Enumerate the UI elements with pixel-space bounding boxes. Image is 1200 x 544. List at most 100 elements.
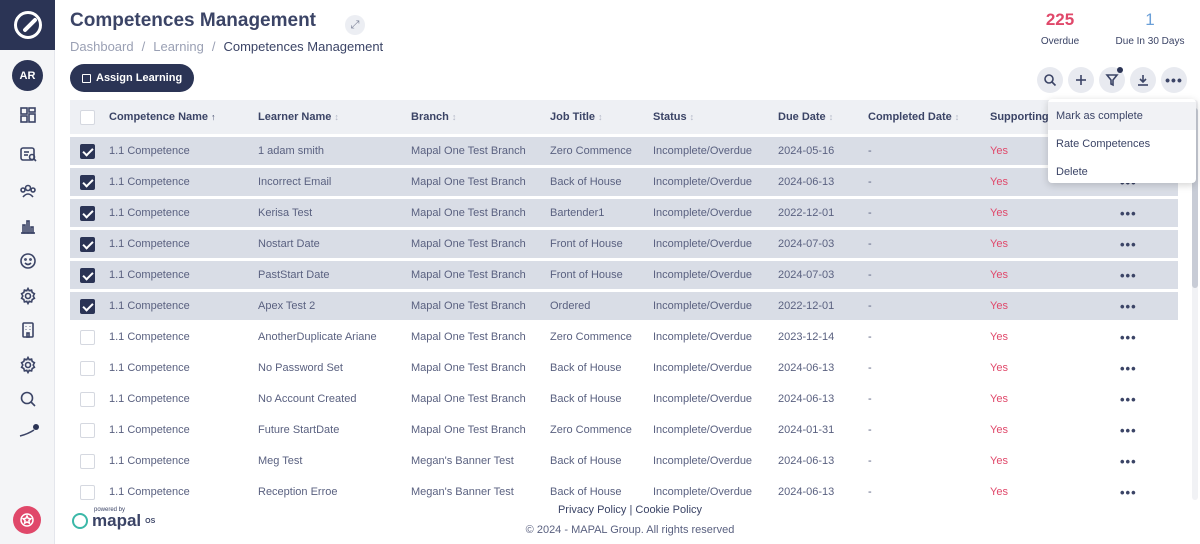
settings-icon[interactable] (17, 285, 39, 307)
row-checkbox[interactable] (80, 143, 95, 159)
row-checkbox[interactable] (80, 484, 95, 500)
table-row[interactable]: 1.1 Competence 1 adam smith Mapal One Test… (70, 137, 1178, 165)
row-more-button[interactable]: ••• (1120, 292, 1178, 320)
stat-overdue-label: Overdue (1040, 36, 1080, 47)
add-button[interactable] (1068, 67, 1094, 93)
column-label: Supporting (990, 111, 1049, 123)
cell-status: Incomplete/Overdue (653, 362, 753, 374)
stat-due-30-days[interactable]: 1 Due In 30 Days (1110, 10, 1190, 47)
table-row[interactable]: 1.1 Competence Future StartDate Mapal One … (70, 416, 1178, 444)
menu-item-delete[interactable]: Delete (1048, 158, 1196, 186)
table-row[interactable]: 1.1 Competence AnotherDuplicate Ariane Map… (70, 323, 1178, 351)
column-due-date[interactable]: Due Date ↕ (778, 100, 868, 134)
row-checkbox[interactable] (80, 236, 95, 252)
notification-dot (33, 424, 39, 430)
more-actions-button[interactable]: ••• (1161, 67, 1187, 93)
row-checkbox[interactable] (80, 267, 95, 283)
select-all-checkbox[interactable] (80, 109, 95, 125)
table-row[interactable]: 1.1 Competence Nostart Date Mapal One Test… (70, 230, 1178, 258)
table-row[interactable]: 1.1 Competence Kerisa Test Mapal One Test … (70, 199, 1178, 227)
filter-button[interactable] (1099, 67, 1125, 93)
menu-item-rate-competences[interactable]: Rate Competences (1048, 130, 1196, 158)
column-completed-date[interactable]: Completed Date ↕ (868, 100, 990, 134)
learning-icon[interactable] (17, 143, 39, 165)
row-more-button[interactable]: ••• (1120, 447, 1178, 475)
row-more-button[interactable]: ••• (1120, 416, 1178, 444)
breadcrumb-learning[interactable]: Learning (153, 39, 204, 54)
table-row[interactable]: 1.1 Competence PastStart Date Mapal One Te… (70, 261, 1178, 289)
cell-supporting: Yes (990, 393, 1008, 405)
cell-branch: Mapal One Test Branch (411, 199, 550, 227)
reports-icon[interactable] (17, 215, 39, 237)
row-select-cell (70, 199, 109, 227)
cell-completed-date: - (868, 199, 990, 227)
cell-branch: Mapal One Test Branch (411, 362, 526, 374)
table-row[interactable]: 1.1 Competence Meg Test Megan's Banner Tes… (70, 447, 1178, 475)
stat-overdue[interactable]: 225 Overdue (1030, 10, 1090, 47)
table-row[interactable]: 1.1 Competence Incorrect Email Mapal One T… (70, 168, 1178, 196)
cell-status: Incomplete/Overdue (653, 486, 753, 498)
analytics-icon[interactable] (17, 420, 39, 442)
row-checkbox[interactable] (80, 391, 95, 407)
column-status[interactable]: Status ↕ (653, 100, 778, 134)
cell-learner-name: Apex Test 2 (258, 292, 411, 320)
cell-learner-name: Incorrect Email (258, 168, 411, 196)
sort-icon: ↕ (689, 112, 695, 122)
table-row[interactable]: 1.1 Competence No Account Created Mapal On… (70, 385, 1178, 413)
row-checkbox[interactable] (80, 453, 95, 469)
cell-learner-name: Meg Test (258, 455, 303, 467)
cell-due-date: 2022-12-01 (778, 199, 868, 227)
table-row[interactable]: 1.1 Competence No Password Set Mapal One T… (70, 354, 1178, 382)
breadcrumb-dashboard[interactable]: Dashboard (70, 39, 134, 54)
row-more-button[interactable]: ••• (1120, 478, 1178, 500)
dashboard-icon[interactable] (17, 104, 39, 126)
filter-icon (1105, 74, 1119, 87)
cell-job-title: Front of House (550, 261, 653, 289)
row-checkbox[interactable] (80, 360, 95, 376)
column-learner-name[interactable]: Learner Name ↕ (258, 100, 411, 134)
cell-job-title: Back of House (550, 486, 622, 498)
assign-learning-button[interactable]: Assign Learning (70, 64, 195, 92)
search-icon[interactable] (17, 388, 39, 410)
building-icon[interactable] (17, 319, 39, 341)
search-button[interactable] (1037, 67, 1063, 93)
breadcrumb: Dashboard / Learning / Competences Manag… (70, 39, 383, 54)
app-logo[interactable] (0, 0, 55, 50)
menu-item-mark-complete[interactable]: Mark as complete (1048, 102, 1196, 130)
cell-learner-name: Reception Erroe (258, 486, 338, 498)
column-competence-name[interactable]: Competence Name ↑ (109, 100, 258, 134)
column-branch[interactable]: Branch ↕ (411, 100, 550, 134)
people-icon[interactable] (17, 180, 39, 202)
cell-status: Incomplete/Overdue (653, 455, 753, 467)
table-row[interactable]: 1.1 Competence Apex Test 2 Mapal One Test … (70, 292, 1178, 320)
cell-learner-name: 1 adam smith (258, 137, 411, 165)
user-avatar[interactable]: AR (12, 60, 43, 91)
cell-due-date: 2024-07-03 (778, 261, 868, 289)
row-checkbox[interactable] (80, 422, 95, 438)
download-button[interactable] (1130, 67, 1156, 93)
sidebar: AR (0, 0, 55, 544)
row-more-button[interactable]: ••• (1120, 354, 1178, 382)
row-checkbox[interactable] (80, 298, 95, 314)
cell-job-title: Back of House (550, 455, 622, 467)
row-more-button[interactable]: ••• (1120, 230, 1178, 258)
row-checkbox[interactable] (80, 174, 95, 190)
cell-status: Incomplete/Overdue (653, 424, 753, 436)
admin-settings-icon[interactable] (17, 354, 39, 376)
cell-learner-name: Future StartDate (258, 424, 340, 436)
feedback-icon[interactable] (17, 250, 39, 272)
cell-competence-name: 1.1 Competence (109, 137, 258, 165)
row-checkbox[interactable] (80, 205, 95, 221)
row-more-button[interactable]: ••• (1120, 199, 1178, 227)
expand-icon[interactable]: ⤢ (345, 15, 365, 35)
column-label: Job Title (550, 111, 596, 123)
column-job-title[interactable]: Job Title ↕ (550, 100, 653, 134)
download-icon (1138, 75, 1148, 86)
cell-supporting: Yes (990, 230, 1120, 258)
table-row[interactable]: 1.1 Competence Reception Erroe Megan's Ban… (70, 478, 1178, 500)
row-checkbox[interactable] (80, 329, 95, 345)
row-more-button[interactable]: ••• (1120, 385, 1178, 413)
footer-links[interactable]: Privacy Policy | Cookie Policy (0, 504, 1200, 516)
row-more-button[interactable]: ••• (1120, 323, 1178, 351)
row-more-button[interactable]: ••• (1120, 261, 1178, 289)
